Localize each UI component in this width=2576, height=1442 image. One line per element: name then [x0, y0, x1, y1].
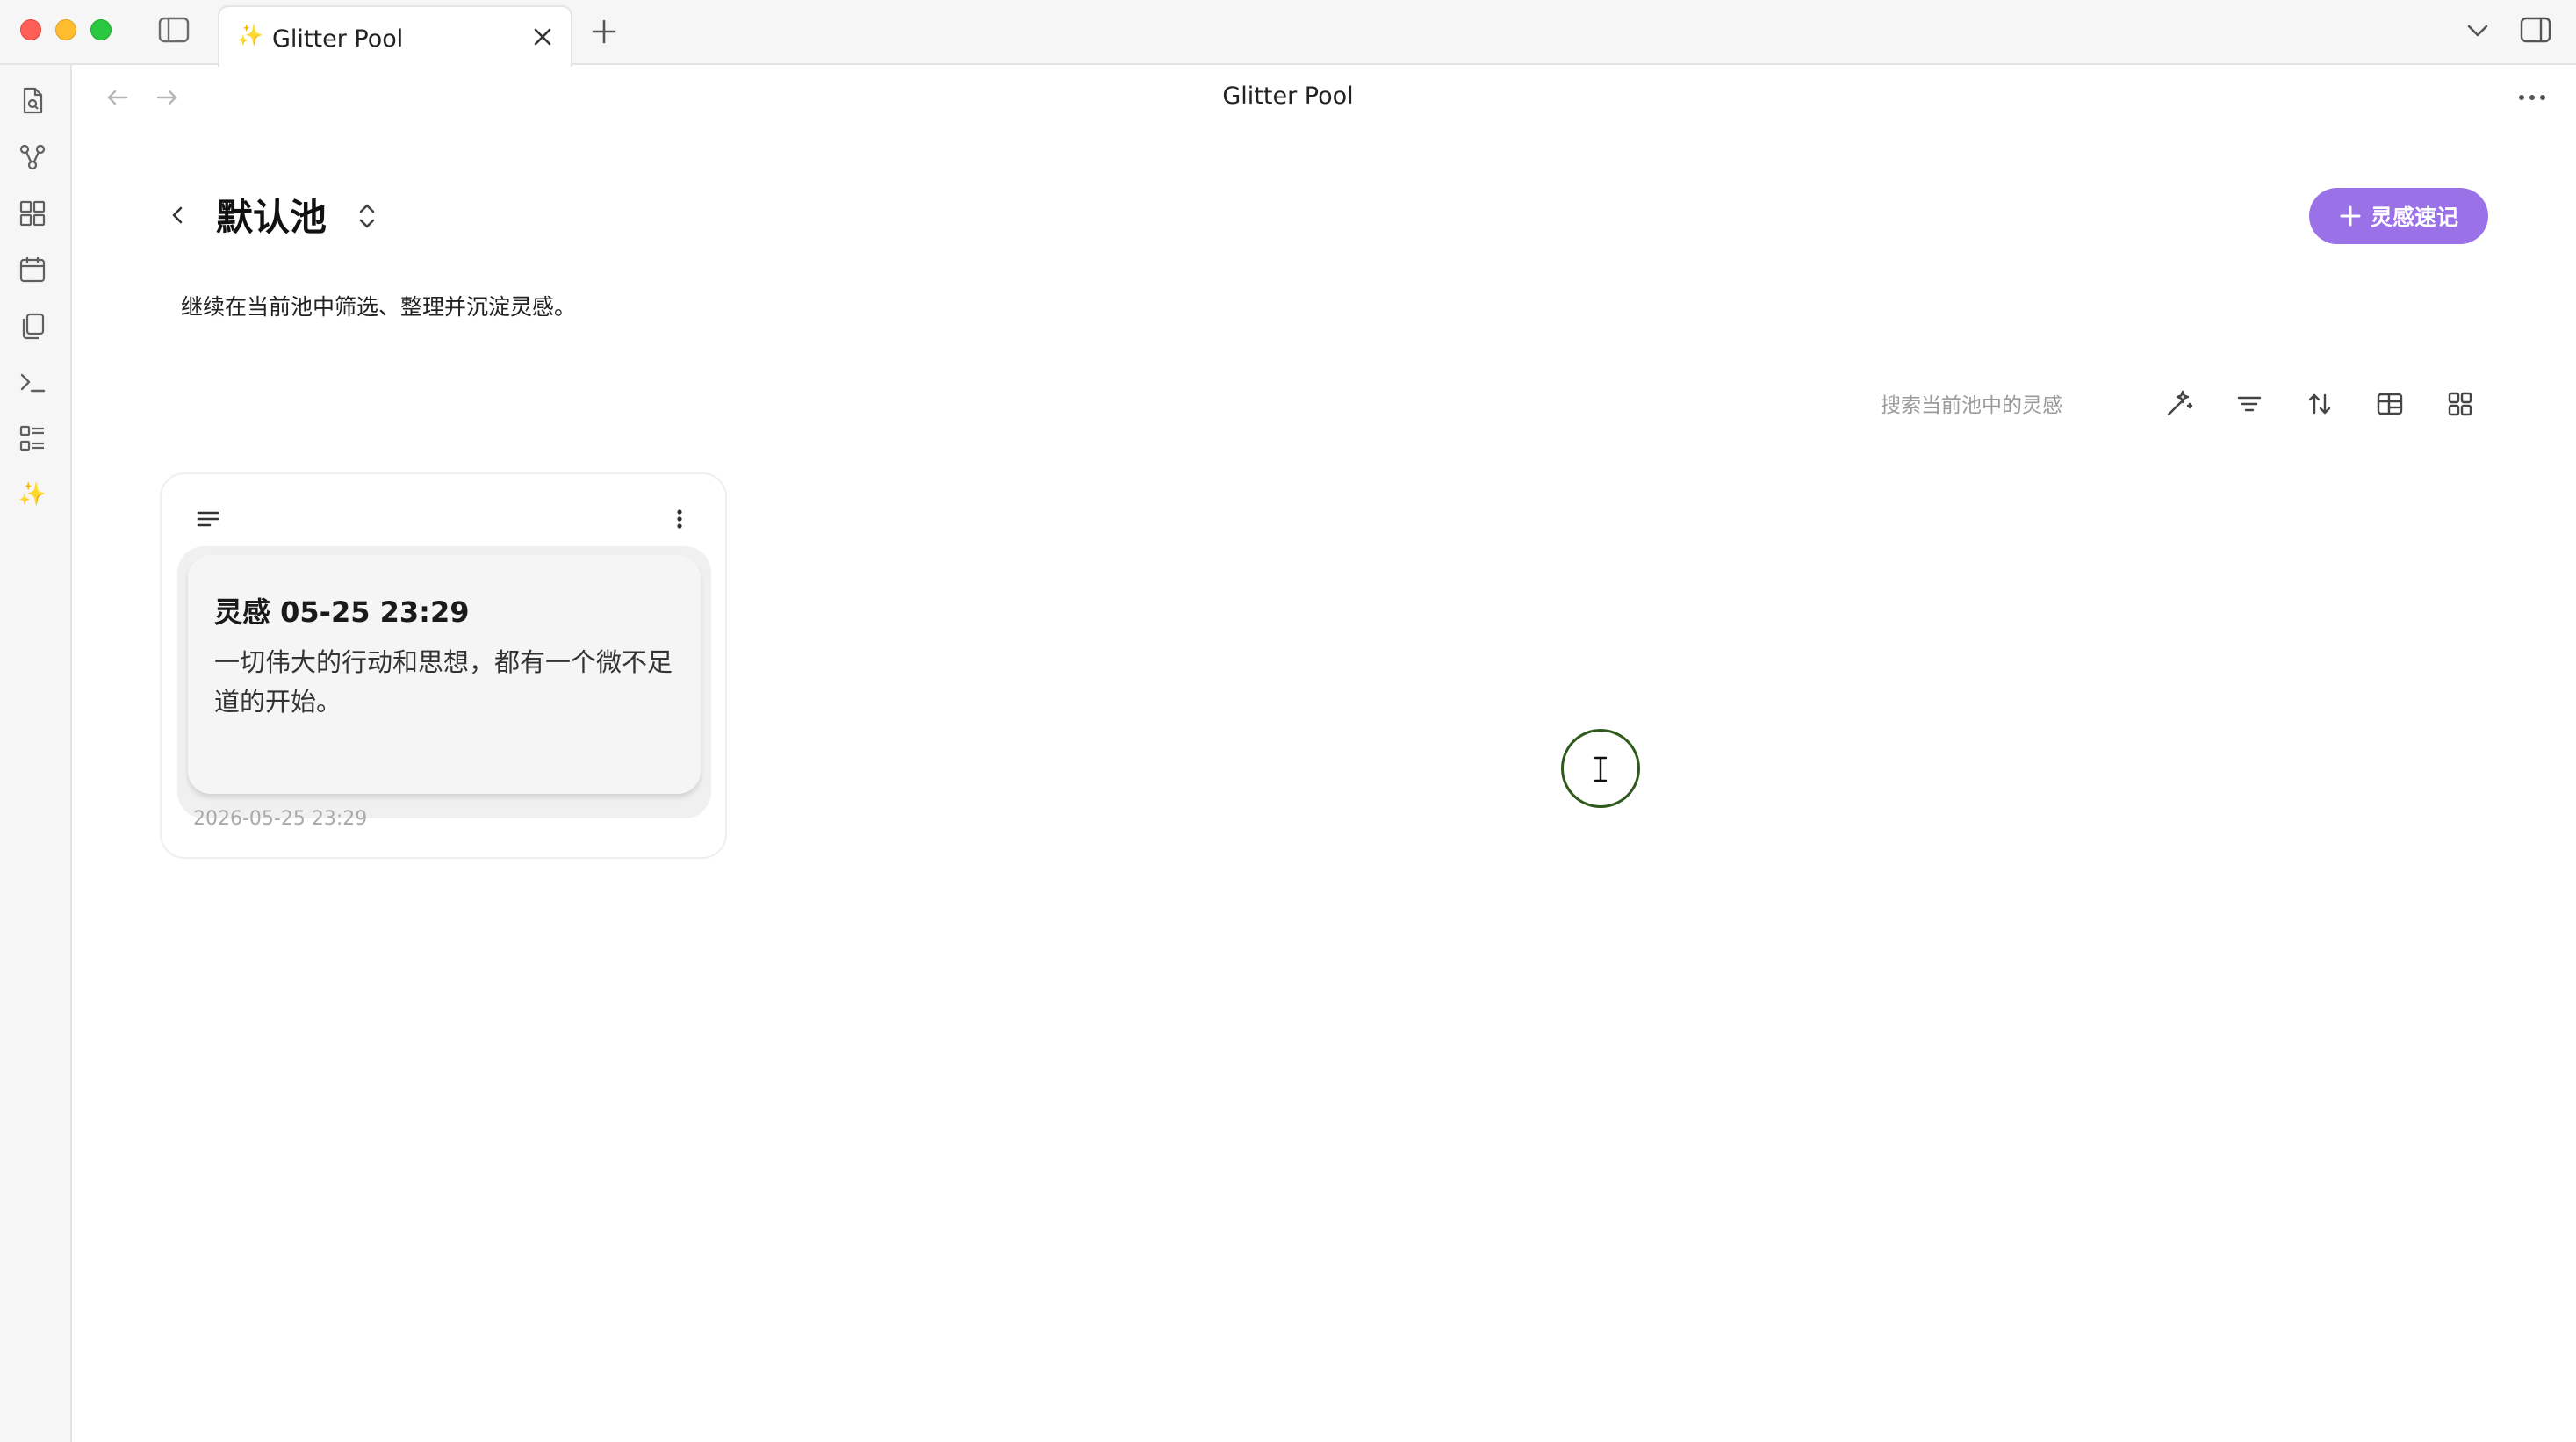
card-title: 灵感 05-25 23:29 [214, 595, 470, 629]
plus-icon [2339, 205, 2362, 227]
filter-icon[interactable] [2234, 388, 2265, 420]
view-title: Glitter Pool [1222, 83, 1354, 110]
quick-capture-button[interactable]: 灵感速记 [2309, 188, 2488, 244]
close-tab-icon[interactable] [529, 23, 557, 51]
graph-icon[interactable] [18, 142, 47, 172]
view-title-wrap: Glitter Pool [0, 83, 2576, 110]
minimize-window-button[interactable] [55, 19, 76, 40]
copy-icon[interactable] [18, 311, 47, 341]
sparkle-icon[interactable]: ✨ [18, 479, 47, 509]
right-sidebar-toggle-icon[interactable] [2520, 16, 2551, 44]
back-arrow-icon[interactable] [104, 84, 132, 111]
app-window: ✨ Glitter Pool ✨ Glitter Pool 默认池 灵感速记 继… [0, 0, 2576, 1442]
chevron-left-icon[interactable] [165, 202, 191, 228]
tab-title: Glitter Pool [272, 25, 404, 53]
list-icon[interactable] [18, 423, 47, 453]
title-bar: ✨ Glitter Pool [0, 0, 2576, 67]
terminal-icon[interactable] [18, 367, 47, 397]
sort-icon[interactable] [2304, 388, 2335, 420]
card-menu-icon[interactable] [671, 504, 688, 534]
text-cursor-icon [1592, 754, 1609, 784]
more-options-icon[interactable] [2513, 84, 2551, 111]
left-ribbon: ✨ [0, 65, 72, 1442]
card-timestamp: 2026-05-25 23:29 [193, 808, 368, 830]
cursor-highlight [1561, 729, 1640, 808]
layout-grid-icon[interactable] [2444, 388, 2476, 420]
tab-glitter-pool[interactable]: ✨ Glitter Pool [218, 5, 572, 67]
sparkle-icon: ✨ [237, 23, 263, 47]
file-search-icon[interactable] [18, 86, 47, 116]
layout-table-icon[interactable] [2374, 388, 2406, 420]
calendar-icon[interactable] [18, 255, 47, 285]
pool-title: 默认池 [216, 196, 327, 239]
forward-arrow-icon[interactable] [153, 84, 181, 111]
quick-capture-label: 灵感速记 [2370, 205, 2458, 230]
zoom-window-button[interactable] [90, 19, 112, 40]
pool-switcher-icon[interactable] [353, 200, 381, 232]
magic-icon[interactable] [2163, 388, 2195, 420]
card-content[interactable]: 灵感 05-25 23:29 一切伟大的行动和思想，都有一个微不足道的开始。 [188, 555, 701, 794]
pool-description: 继续在当前池中筛选、整理并沉淀灵感。 [181, 294, 577, 320]
card-body: 一切伟大的行动和思想，都有一个微不足道的开始。 [214, 647, 673, 717]
close-window-button[interactable] [20, 19, 41, 40]
chevron-down-icon[interactable] [2464, 18, 2492, 44]
search-input[interactable] [1879, 386, 2107, 425]
text-lines-icon [195, 506, 221, 532]
card-content-frame: 灵感 05-25 23:29 一切伟大的行动和思想，都有一个微不足道的开始。 [177, 546, 711, 818]
grid-icon[interactable] [18, 198, 47, 228]
sidebar-toggle-icon[interactable] [158, 16, 190, 44]
inspiration-card[interactable]: 灵感 05-25 23:29 一切伟大的行动和思想，都有一个微不足道的开始。 2… [160, 472, 727, 859]
new-tab-icon[interactable] [588, 16, 620, 47]
